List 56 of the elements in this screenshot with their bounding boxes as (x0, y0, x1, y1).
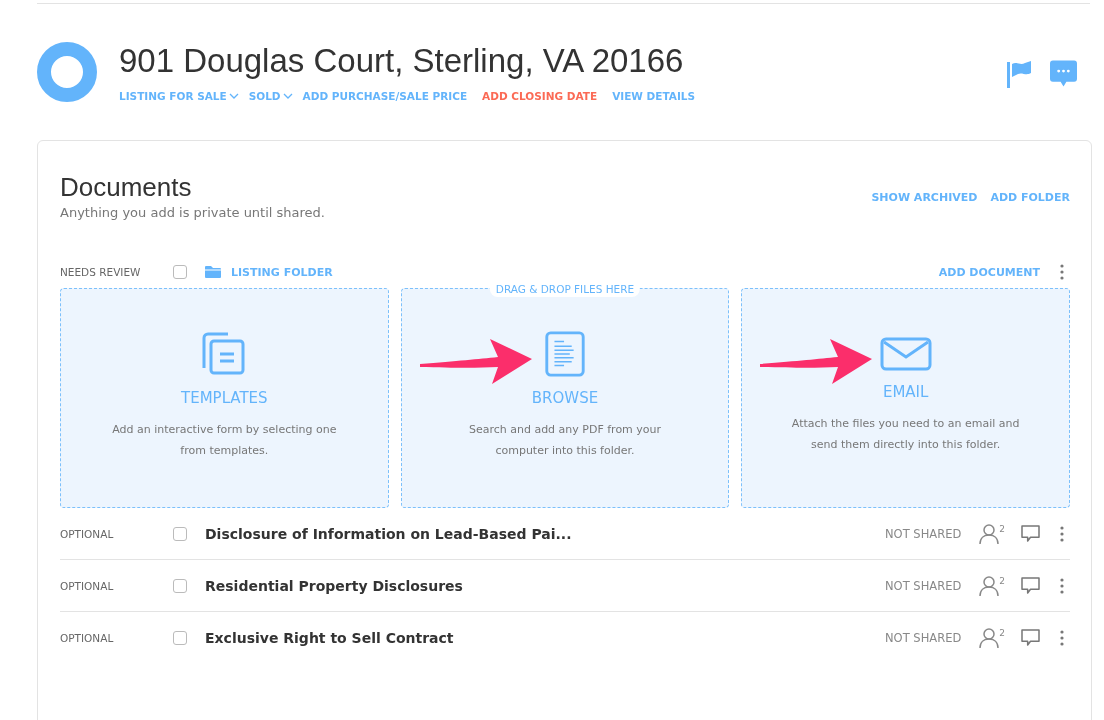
person-icon[interactable] (979, 575, 1000, 596)
document-icon (543, 331, 587, 377)
checkbox[interactable] (173, 630, 187, 645)
sharing-status: NOT SHARED (885, 578, 962, 593)
tile-description: Attach the files you need to an email and send them directly into this folder. (790, 416, 1021, 453)
envelope-icon (879, 337, 932, 371)
upload-tile[interactable]: EMAIL Attach the files you need to an email and send them directly into this folder. (741, 288, 1070, 508)
property-link[interactable]: ADD CLOSING DATE (482, 90, 598, 102)
header-link[interactable]: ADD FOLDER (990, 191, 1070, 204)
comment-icon[interactable] (1021, 577, 1040, 594)
checkbox[interactable] (173, 526, 187, 541)
comment-icon[interactable] (1021, 525, 1040, 542)
property-title: 901 Douglas Court, Sterling, VA 20166 (119, 42, 685, 80)
tile-title: EMAIL (882, 383, 929, 401)
add-document-link[interactable]: ADD DOCUMENT (938, 265, 1040, 279)
more-icon[interactable] (1060, 577, 1064, 594)
sharing-status: NOT SHARED (885, 630, 962, 645)
property-link[interactable]: SOLD (248, 90, 293, 102)
tile-description: Search and add any PDF from your computer into this folder. (467, 422, 663, 459)
status-label: OPTIONAL (60, 631, 115, 644)
upload-tile[interactable]: TEMPLATES Add an interactive form by selecting one from templates. (60, 288, 389, 508)
header-link[interactable]: SHOW ARCHIVED (871, 191, 978, 204)
more-icon[interactable] (1060, 264, 1064, 280)
tile-title: TEMPLATES (181, 389, 268, 407)
comment-icon[interactable] (1021, 629, 1040, 646)
signer-count: 2 (999, 627, 1005, 638)
more-icon[interactable] (1060, 629, 1064, 646)
status-label: OPTIONAL (60, 579, 115, 592)
status-label: NEEDS REVIEW (60, 266, 142, 278)
person-icon[interactable] (979, 627, 1000, 648)
sharing-status: NOT SHARED (885, 526, 962, 541)
caret-icon (282, 93, 293, 99)
document-name[interactable]: Disclosure of Information on Lead-Based Pai... (205, 525, 572, 542)
folder-link[interactable]: LISTING FOLDER (231, 265, 333, 279)
document-name[interactable]: Residential Property Disclosures (205, 577, 463, 594)
checkbox[interactable] (173, 265, 187, 279)
status-label: OPTIONAL (60, 527, 115, 540)
property-link[interactable]: LISTING FOR SALE (119, 90, 239, 102)
property-link[interactable]: ADD PURCHASE/SALE PRICE (302, 90, 468, 102)
documents-subtitle: Anything you add is private until shared. (60, 205, 325, 220)
chat-icon[interactable] (1050, 60, 1077, 88)
documents-title: Documents (60, 171, 193, 203)
signer-count: 2 (999, 523, 1005, 534)
folder-icon (205, 266, 221, 278)
signer-count: 2 (999, 575, 1005, 586)
person-icon[interactable] (979, 523, 1000, 544)
flag-icon[interactable] (1006, 60, 1032, 88)
ring-logo (37, 42, 97, 102)
templates-icon (202, 331, 247, 377)
caret-icon (228, 93, 239, 99)
tile-description: Add an interactive form by selecting one from templates. (111, 422, 338, 459)
document-name[interactable]: Exclusive Right to Sell Contract (205, 629, 454, 646)
checkbox[interactable] (173, 578, 187, 593)
more-icon[interactable] (1060, 525, 1064, 542)
property-link[interactable]: VIEW DETAILS (612, 90, 696, 102)
tile-title: BROWSE (531, 389, 599, 407)
